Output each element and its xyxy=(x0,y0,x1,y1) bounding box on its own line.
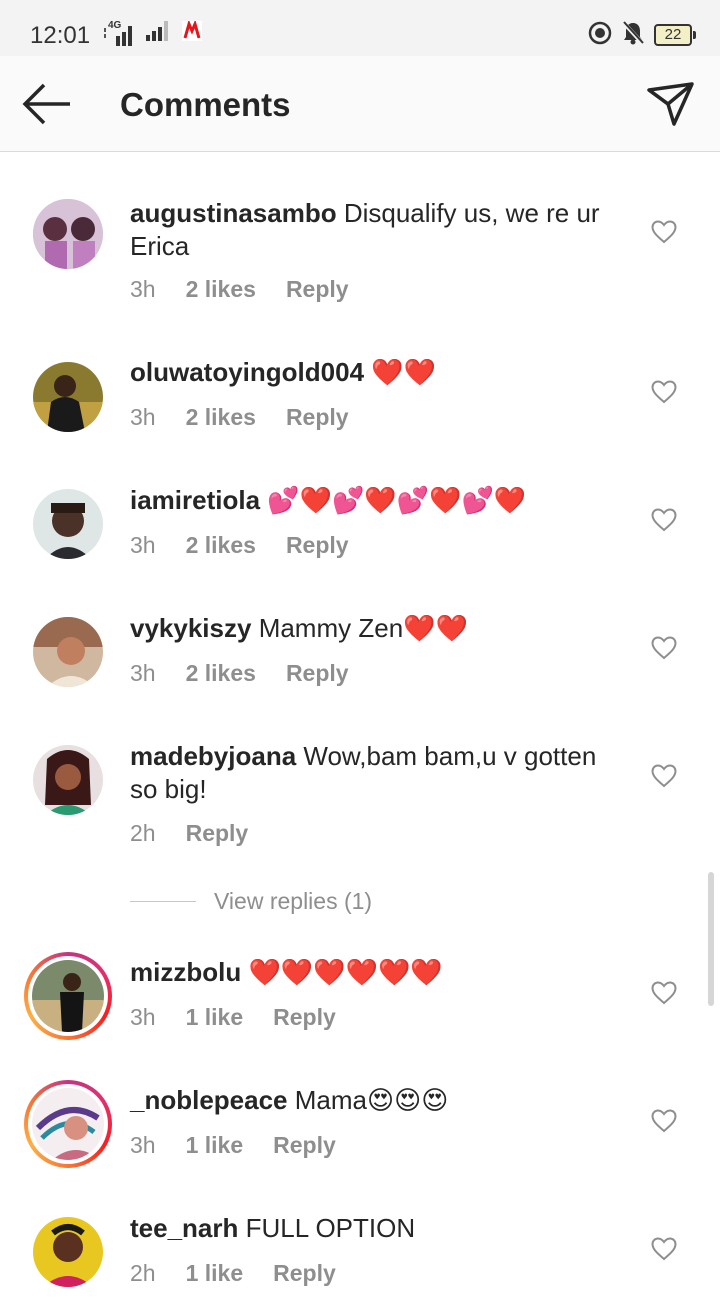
status-bar: 12:01 4G 22 xyxy=(0,0,720,56)
comment-time: 3h xyxy=(130,532,156,558)
comment-time: 2h xyxy=(130,820,156,846)
comment-likes[interactable]: 2 likes xyxy=(186,660,256,687)
status-right-icons: 22 xyxy=(588,20,696,50)
heart-icon[interactable] xyxy=(651,380,677,404)
reply-button[interactable]: Reply xyxy=(273,1132,336,1159)
arrow-left-icon xyxy=(22,83,70,125)
avatar[interactable] xyxy=(24,952,112,1040)
comments-header: Comments xyxy=(0,56,720,152)
comment-text: 💕❤️💕❤️💕❤️💕❤️ xyxy=(267,485,527,515)
heart-icon[interactable] xyxy=(651,636,677,660)
comment-likes[interactable]: 1 like xyxy=(186,1132,244,1159)
reply-button[interactable]: Reply xyxy=(273,1260,336,1287)
comment-likes[interactable]: 2 likes xyxy=(186,532,256,559)
comment-meta: 3h 2 likes Reply xyxy=(130,660,379,687)
view-replies-label[interactable]: View replies (1) xyxy=(214,888,372,915)
comment-username[interactable]: iamiretiola xyxy=(130,485,260,515)
view-replies[interactable]: View replies (1) xyxy=(130,888,372,915)
comment-username[interactable]: oluwatoyingold004 xyxy=(130,357,364,387)
status-left-icons: 4G xyxy=(102,19,202,46)
comment-time: 3h xyxy=(130,1132,156,1158)
avatar[interactable] xyxy=(33,489,103,559)
comment-text: ❤️❤️❤️❤️❤️❤️ xyxy=(248,957,443,987)
comment-likes[interactable]: 2 likes xyxy=(186,404,256,431)
comment-body: oluwatoyingold004 ❤️❤️ xyxy=(130,356,630,389)
comment-username[interactable]: augustinasambo xyxy=(130,198,337,228)
comment-time: 3h xyxy=(130,660,156,686)
avatar[interactable] xyxy=(33,199,103,269)
comment-body: iamiretiola 💕❤️💕❤️💕❤️💕❤️ xyxy=(130,484,630,517)
heart-icon[interactable] xyxy=(651,764,677,788)
heart-icon[interactable] xyxy=(651,981,677,1005)
reply-button[interactable]: Reply xyxy=(286,532,349,559)
comment-body: vykykiszy Mammy Zen❤️❤️ xyxy=(130,612,630,645)
comment-meta: 3h 1 like Reply xyxy=(130,1132,366,1159)
comment-text: Mama😍😍😍 xyxy=(294,1085,449,1115)
network-label: 4G xyxy=(108,20,122,31)
avatar-ring xyxy=(28,1084,108,1164)
avatar[interactable] xyxy=(33,1217,103,1287)
status-time: 12:01 xyxy=(30,22,91,49)
comment-time: 3h xyxy=(130,276,156,302)
share-button[interactable] xyxy=(646,80,696,128)
comment-text: FULL OPTION xyxy=(245,1213,416,1243)
avatar-ring xyxy=(28,956,108,1036)
avatar[interactable] xyxy=(33,745,103,815)
back-button[interactable] xyxy=(22,82,72,126)
comment-username[interactable]: madebyjoana xyxy=(130,741,296,771)
reply-button[interactable]: Reply xyxy=(273,1004,336,1031)
comment-time: 3h xyxy=(130,1004,156,1030)
comment-meta: 2h 1 like Reply xyxy=(130,1260,366,1287)
comment-username[interactable]: _noblepeace xyxy=(130,1085,288,1115)
comment-username[interactable]: vykykiszy xyxy=(130,613,251,643)
comment-body: augustinasambo Disqualify us, we re ur E… xyxy=(130,197,630,263)
comment-meta: 3h 2 likes Reply xyxy=(130,532,379,559)
comment-meta: 2h Reply xyxy=(130,820,278,847)
comment-body: _noblepeace Mama😍😍😍 xyxy=(130,1084,630,1117)
heart-icon[interactable] xyxy=(651,508,677,532)
battery-icon: 22 xyxy=(654,24,696,46)
comment-username[interactable]: tee_narh xyxy=(130,1213,238,1243)
comment-username[interactable]: mizzbolu xyxy=(130,957,241,987)
divider xyxy=(130,901,196,902)
comment-text: ❤️❤️ xyxy=(371,357,437,387)
reply-button[interactable]: Reply xyxy=(286,404,349,431)
scrollbar[interactable] xyxy=(708,872,714,1006)
comment-body: mizzbolu ❤️❤️❤️❤️❤️❤️ xyxy=(130,956,630,989)
comment-likes[interactable]: 1 like xyxy=(186,1260,244,1287)
comment-body: tee_narh FULL OPTION xyxy=(130,1212,630,1245)
heart-icon[interactable] xyxy=(651,1109,677,1133)
heart-icon[interactable] xyxy=(651,220,677,244)
comment-time: 3h xyxy=(130,404,156,430)
comment-likes[interactable]: 2 likes xyxy=(186,276,256,303)
avatar[interactable] xyxy=(33,362,103,432)
heart-icon[interactable] xyxy=(651,1237,677,1261)
signal-icon xyxy=(144,19,174,46)
comment-meta: 3h 2 likes Reply xyxy=(130,404,379,431)
news-app-icon xyxy=(182,19,202,46)
comment-time: 2h xyxy=(130,1260,156,1286)
comment-body: madebyjoana Wow,bam bam,u v gotten so bi… xyxy=(130,740,630,806)
avatar[interactable] xyxy=(24,1080,112,1168)
reply-button[interactable]: Reply xyxy=(286,276,349,303)
data-saver-icon xyxy=(588,21,612,50)
page-title: Comments xyxy=(120,86,291,123)
comment-meta: 3h 1 like Reply xyxy=(130,1004,366,1031)
reply-button[interactable]: Reply xyxy=(186,820,249,847)
reply-button[interactable]: Reply xyxy=(286,660,349,687)
signal-icon: 4G xyxy=(102,20,136,46)
comment-meta: 3h 2 likes Reply xyxy=(130,276,379,303)
comment-text: Mammy Zen❤️❤️ xyxy=(258,613,468,643)
comment-likes[interactable]: 1 like xyxy=(186,1004,244,1031)
send-icon xyxy=(647,82,694,126)
avatar[interactable] xyxy=(33,617,103,687)
bell-muted-icon xyxy=(621,20,645,50)
